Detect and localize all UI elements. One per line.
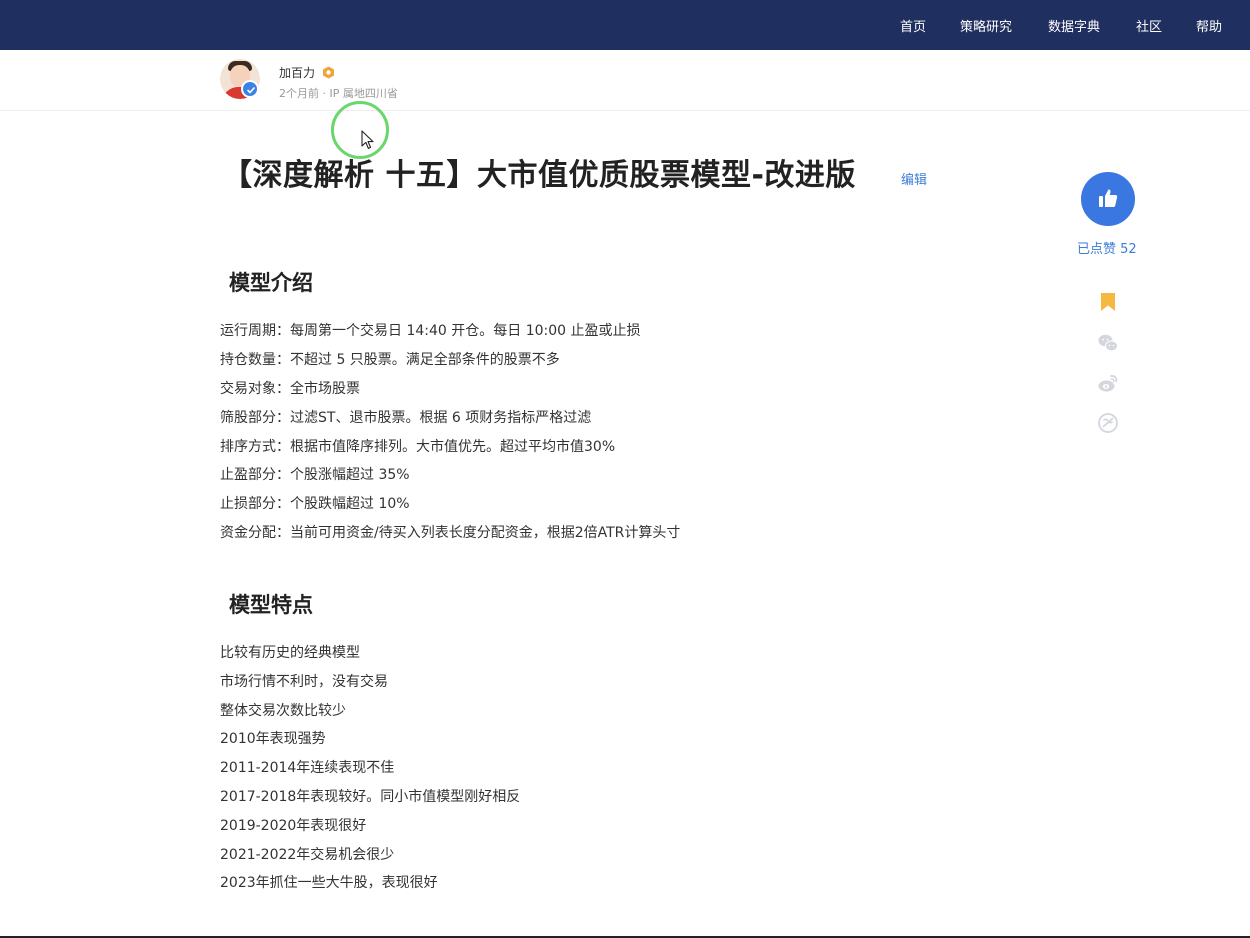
qq-icon[interactable] [1097, 412, 1119, 434]
feature-line: 2010年表现强势 [220, 731, 326, 747]
article-title: 【深度解析 十五】大市值优质股票模型-改进版 [222, 158, 856, 193]
level-badge-icon [323, 66, 334, 79]
feature-line: 2023年抓住一些大牛股，表现很好 [220, 875, 438, 891]
bookmark-icon[interactable] [1097, 291, 1119, 313]
intro-line: 运行周期：每周第一个交易日 14:40 开仓。每日 10:00 止盈或止损 [220, 323, 641, 339]
intro-line: 止盈部分：个股涨幅超过 35% [220, 467, 410, 483]
intro-line: 持仓数量：不超过 5 只股票。满足全部条件的股票不多 [220, 352, 560, 368]
section-heading-features: 模型特点 [229, 593, 313, 617]
feature-line: 2021-2022年交易机会很少 [220, 847, 395, 863]
intro-line: 止损部分：个股跌幅超过 10% [220, 496, 410, 512]
like-button[interactable] [1081, 172, 1135, 226]
author-bar [0, 50, 1250, 111]
weibo-icon[interactable] [1097, 372, 1119, 394]
verified-icon [241, 80, 259, 98]
nav-item-home[interactable]: 首页 [900, 16, 926, 35]
cursor-highlight-ring [331, 101, 389, 159]
feature-line: 市场行情不利时，没有交易 [220, 674, 388, 690]
nav-item-help[interactable]: 帮助 [1196, 16, 1222, 35]
like-count: 已点赞 52 [1077, 242, 1137, 257]
section-heading-intro: 模型介绍 [229, 271, 313, 295]
feature-line: 2017-2018年表现较好。同小市值模型刚好相反 [220, 789, 521, 805]
author-name[interactable]: 加百力 [279, 64, 315, 81]
nav-item-community[interactable]: 社区 [1136, 16, 1162, 35]
top-navbar: 首页 策略研究 数据字典 社区 帮助 [0, 0, 1250, 50]
mouse-pointer-icon [361, 130, 374, 149]
intro-line: 资金分配：当前可用资金/待买入列表长度分配资金，根据2倍ATR计算头寸 [220, 525, 681, 541]
post-meta: 2个月前 · IP 属地四川省 [279, 87, 398, 100]
wechat-icon[interactable] [1097, 332, 1119, 354]
intro-line: 排序方式：根据市值降序排列。大市值优先。超过平均市值30% [220, 439, 616, 455]
nav-item-data-dictionary[interactable]: 数据字典 [1048, 16, 1100, 35]
nav-item-strategy-research[interactable]: 策略研究 [960, 16, 1012, 35]
intro-line: 交易对象：全市场股票 [220, 381, 360, 397]
edit-link[interactable]: 编辑 [901, 169, 927, 188]
feature-line: 整体交易次数比较少 [220, 703, 346, 719]
feature-line: 比较有历史的经典模型 [220, 645, 360, 661]
feature-line: 2011-2014年连续表现不佳 [220, 760, 395, 776]
feature-line: 2019-2020年表现很好 [220, 818, 367, 834]
intro-line: 筛股部分：过滤ST、退市股票。根据 6 项财务指标严格过滤 [220, 410, 592, 426]
thumbs-up-icon [1099, 189, 1118, 207]
